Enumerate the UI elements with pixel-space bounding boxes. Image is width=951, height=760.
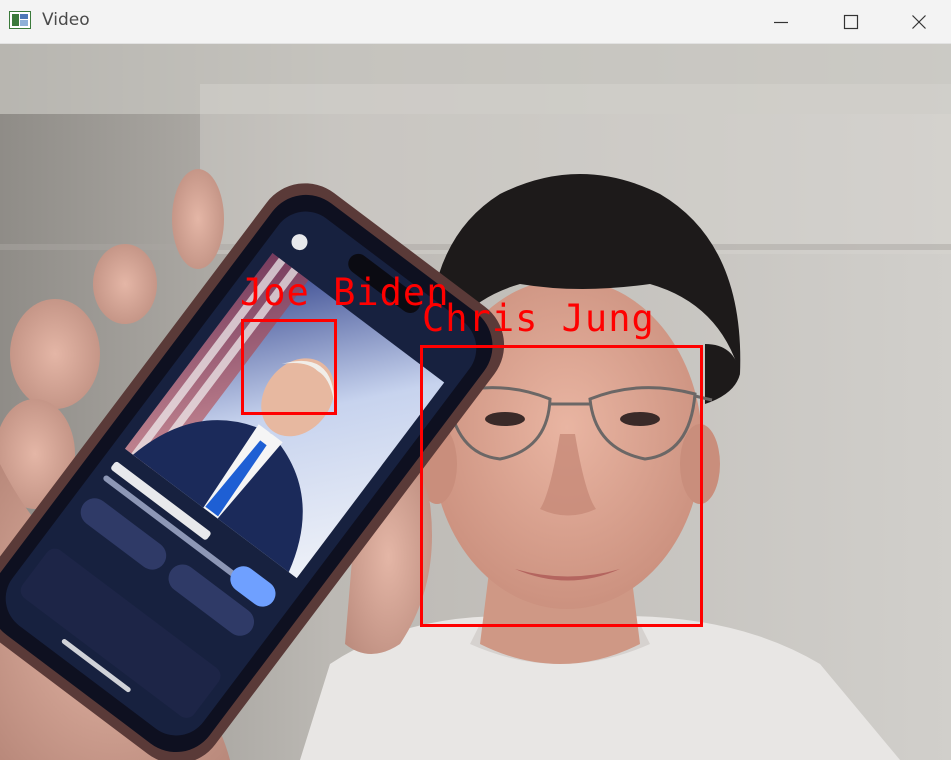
minimize-icon: [774, 21, 788, 24]
face-box-chris-jung: [420, 345, 703, 627]
close-button[interactable]: [886, 0, 951, 44]
face-box-joe-biden: [241, 319, 337, 415]
close-icon: [911, 15, 926, 29]
face-label-chris-jung: Chris Jung: [422, 297, 655, 340]
minimize-button[interactable]: [746, 0, 816, 44]
face-label-joe-biden: Joe Biden: [240, 271, 450, 314]
title-bar[interactable]: Video: [0, 0, 951, 44]
maximize-button[interactable]: [816, 0, 886, 44]
video-frame: Joe Biden Chris Jung: [0, 44, 951, 760]
video-window: Video Joe Biden Chris Jung: [0, 0, 951, 760]
window-title: Video: [42, 10, 90, 30]
maximize-icon: [843, 14, 859, 30]
app-icon: [9, 11, 31, 29]
